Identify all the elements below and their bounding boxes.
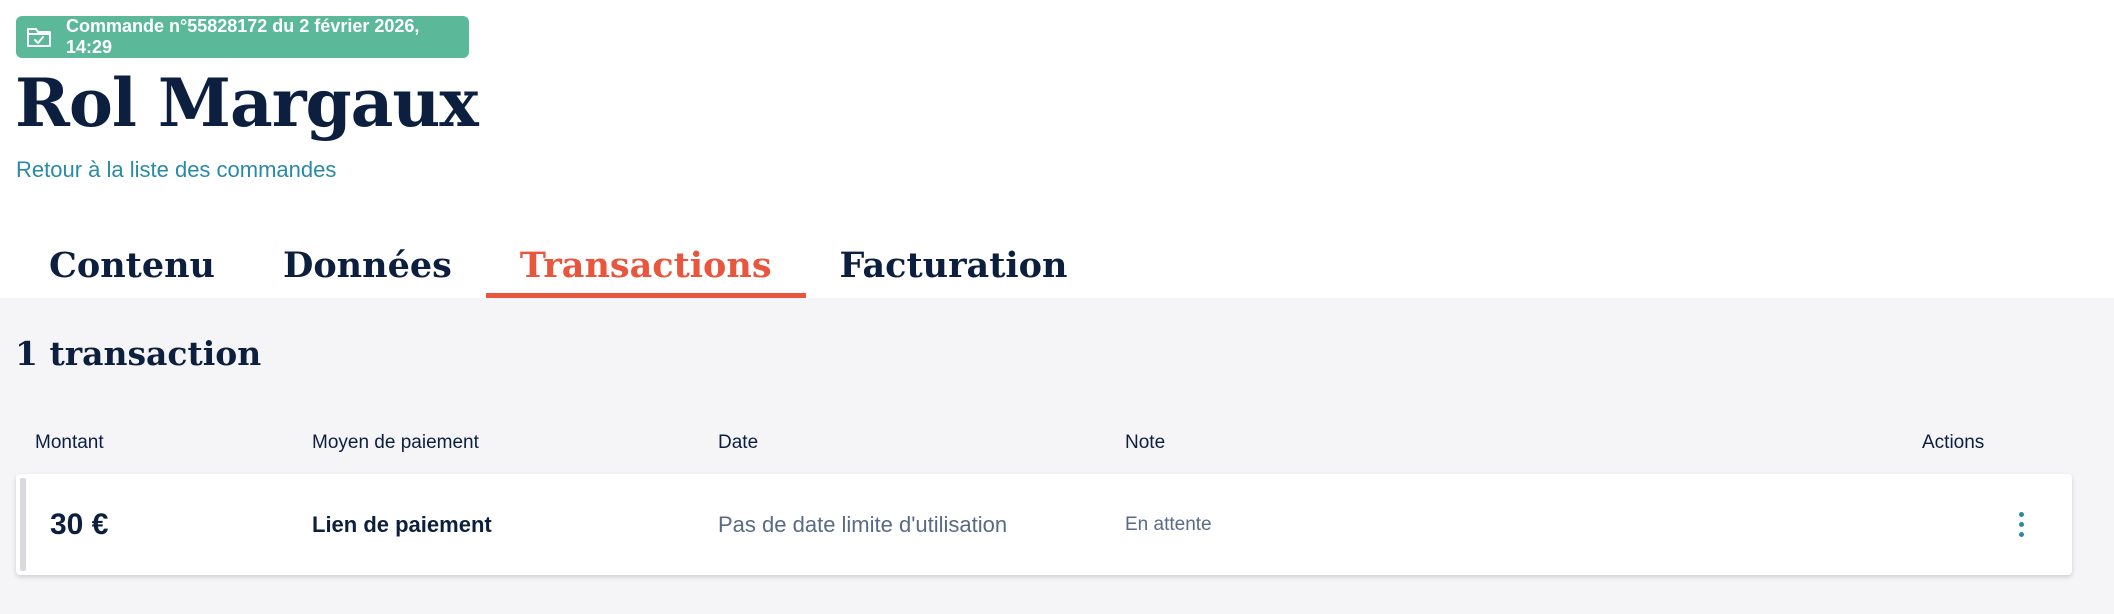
transaction-count-title: 1 transaction: [15, 334, 262, 373]
tab-donnees[interactable]: Données: [249, 232, 486, 298]
more-vertical-icon: [2018, 512, 2024, 537]
column-header-date: Date: [718, 432, 759, 453]
order-badge: Commande n°55828172 du 2 février 2026, 1…: [16, 16, 469, 58]
row-status-bar: [20, 478, 26, 571]
back-to-orders-link[interactable]: Retour à la liste des commandes: [16, 157, 336, 183]
transaction-actions-button[interactable]: [2006, 474, 2036, 575]
transaction-amount: 30 €: [50, 507, 109, 541]
transaction-row: 30 € Lien de paiement Pas de date limite…: [16, 474, 2072, 575]
tab-facturation[interactable]: Facturation: [806, 232, 1102, 298]
order-header: Commande n°55828172 du 2 février 2026, 1…: [0, 0, 2114, 299]
column-header-amount: Montant: [35, 432, 104, 453]
transaction-payment-method: Lien de paiement: [312, 511, 492, 537]
order-badge-text: Commande n°55828172 du 2 février 2026, 1…: [66, 16, 420, 57]
column-header-actions: Actions: [1922, 432, 1985, 453]
tab-contenu[interactable]: Contenu: [15, 232, 249, 298]
transaction-date: Pas de date limite d'utilisation: [718, 511, 1008, 537]
transactions-panel: 1 transaction Montant Moyen de paiement …: [0, 298, 2114, 614]
tab-transactions[interactable]: Transactions: [485, 232, 806, 299]
tab-bar: Contenu Données Transactions Facturation: [15, 232, 1102, 299]
transaction-note: En attente: [1125, 513, 1212, 535]
column-header-payment-method: Moyen de paiement: [312, 432, 479, 453]
page-title: Rol Margaux: [15, 64, 479, 142]
column-header-note: Note: [1125, 432, 1166, 453]
folder-check-icon: [27, 28, 51, 47]
